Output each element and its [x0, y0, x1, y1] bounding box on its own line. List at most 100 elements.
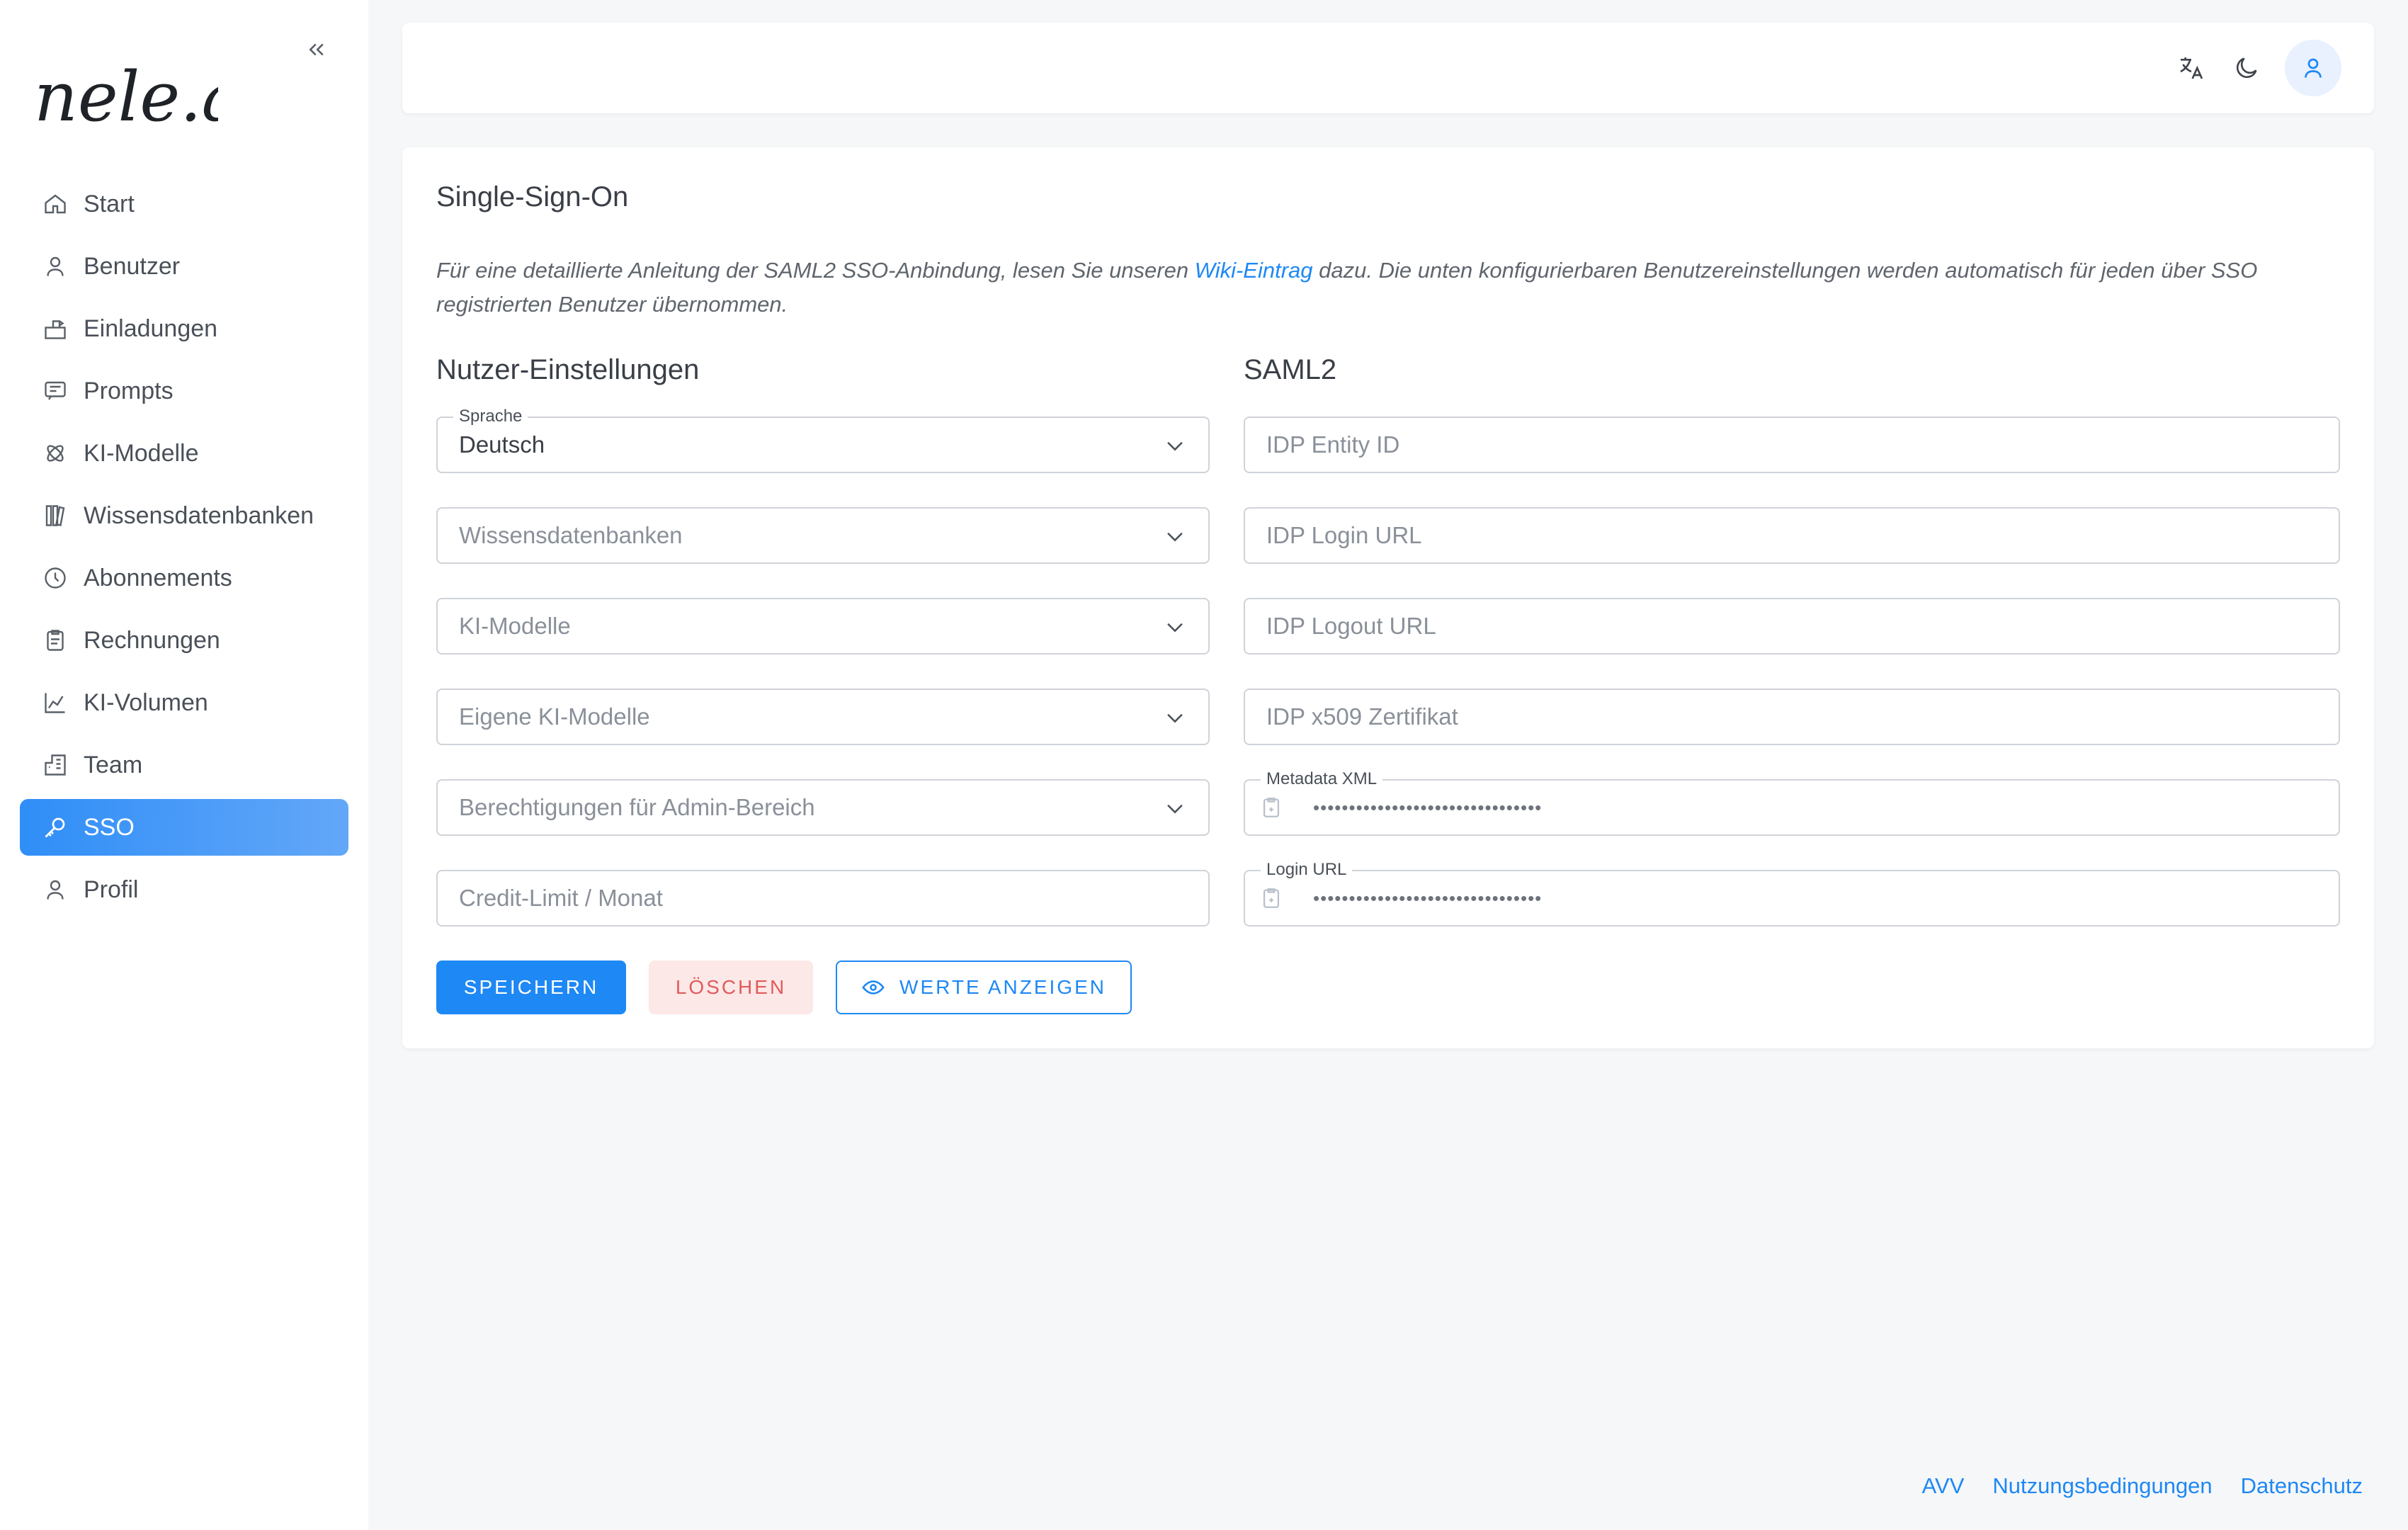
language-select[interactable]: Sprache Deutsch	[436, 407, 1210, 473]
idp-logout-url-input[interactable]: IDP Logout URL	[1244, 598, 2340, 654]
knowledge-bases-select[interactable]: Wissensdatenbanken	[436, 507, 1210, 564]
sidebar-item-label: KI-Volumen	[84, 688, 208, 716]
chevron-down-icon	[1167, 441, 1183, 451]
invite-icon	[41, 314, 69, 343]
sidebar-item-label: Rechnungen	[84, 626, 220, 654]
idp-login-url-placeholder: IDP Login URL	[1266, 522, 1422, 548]
save-button-label: SPEICHERN	[463, 976, 599, 998]
sidebar-item-label: Prompts	[84, 377, 174, 404]
idp-entity-id-placeholder: IDP Entity ID	[1266, 431, 1400, 458]
metadata-xml-label: Metadata XML	[1261, 769, 1383, 789]
idp-logout-url-placeholder: IDP Logout URL	[1266, 613, 1436, 639]
language-label: Sprache	[453, 407, 528, 426]
idp-x509-placeholder: IDP x509 Zertifikat	[1266, 703, 1458, 730]
sso-settings-card: Single-Sign-On Für eine detaillierte Anl…	[402, 147, 2374, 1048]
sidebar-item-sso[interactable]: SSO	[20, 799, 348, 856]
description: Für eine detaillierte Anleitung der SAML…	[436, 254, 2349, 322]
sidebar-item-label: Team	[84, 751, 143, 778]
sidebar-item-label: Wissensdatenbanken	[84, 502, 314, 529]
knowledge-bases-placeholder: Wissensdatenbanken	[459, 522, 683, 548]
sidebar-item-team[interactable]: Team	[20, 737, 348, 793]
copy-clipboard-icon[interactable]	[1259, 884, 1283, 912]
metadata-xml-masked-value: ••••••••••••••••••••••••••••••••	[1313, 796, 1543, 818]
sidebar-item-label: SSO	[84, 813, 135, 841]
atom-icon	[41, 439, 69, 468]
top-bar	[402, 23, 2374, 113]
user-icon	[41, 252, 69, 280]
nele-ai-logo: nele.ai	[34, 57, 218, 137]
delete-button-label: LÖSCHEN	[675, 976, 787, 998]
login-url-masked-value: ••••••••••••••••••••••••••••••••	[1313, 887, 1543, 909]
dark-mode-moon-icon[interactable]	[2230, 51, 2264, 85]
sidebar-item-label: Profil	[84, 876, 139, 903]
footer-link-avv[interactable]: AVV	[1922, 1473, 1965, 1499]
credit-limit-placeholder: Credit-Limit / Monat	[459, 885, 663, 911]
idp-x509-certificate-input[interactable]: IDP x509 Zertifikat	[1244, 688, 2340, 745]
idp-entity-id-input[interactable]: IDP Entity ID	[1244, 416, 2340, 473]
double-chevron-left-icon	[309, 43, 324, 56]
user-settings-heading: Nutzer-Einstellungen	[436, 354, 700, 385]
sidebar-item-rechnungen[interactable]: Rechnungen	[20, 612, 348, 669]
ai-models-placeholder: KI-Modelle	[459, 613, 571, 639]
own-ai-models-placeholder: Eigene KI-Modelle	[459, 703, 650, 730]
sidebar: nele.ai Start Benutzer Einladungen Promp…	[0, 0, 368, 1530]
sidebar-item-label: Benutzer	[84, 252, 181, 280]
user-avatar-button[interactable]	[2285, 40, 2341, 96]
footer-links: AVV Nutzungsbedingungen Datenschutz	[1922, 1473, 2363, 1499]
idp-login-url-input[interactable]: IDP Login URL	[1244, 507, 2340, 564]
admin-permissions-placeholder: Berechtigungen für Admin-Bereich	[459, 794, 815, 820]
chevron-down-icon	[1167, 532, 1183, 542]
credit-limit-input[interactable]: Credit-Limit / Monat	[436, 870, 1210, 926]
language-value: Deutsch	[459, 431, 545, 458]
clock-icon	[41, 564, 69, 592]
sidebar-item-label: Start	[84, 190, 135, 217]
sidebar-item-abonnements[interactable]: Abonnements	[20, 550, 348, 606]
sp-login-url-field[interactable]: Login URL ••••••••••••••••••••••••••••••…	[1244, 860, 2340, 926]
show-values-button[interactable]: WERTE ANZEIGEN	[836, 960, 1132, 1014]
own-ai-models-select[interactable]: Eigene KI-Modelle	[436, 688, 1210, 745]
login-url-label: Login URL	[1261, 860, 1353, 880]
translate-icon[interactable]	[2174, 51, 2208, 85]
user-icon	[41, 876, 69, 904]
copy-clipboard-icon[interactable]	[1259, 793, 1283, 822]
prompt-icon	[41, 377, 69, 405]
chevron-down-icon	[1167, 804, 1183, 814]
clipboard-icon	[41, 626, 69, 654]
delete-button[interactable]: LÖSCHEN	[649, 960, 813, 1014]
key-icon	[41, 813, 69, 842]
chevron-down-icon	[1167, 623, 1183, 633]
sidebar-item-ki-modelle[interactable]: KI-Modelle	[20, 425, 348, 482]
svg-text:nele.ai: nele.ai	[34, 57, 218, 137]
building-icon	[41, 751, 69, 779]
library-icon	[41, 502, 69, 530]
collapse-sidebar-button[interactable]	[301, 34, 332, 65]
sidebar-item-benutzer[interactable]: Benutzer	[20, 238, 348, 295]
sidebar-item-wissensdatenbanken[interactable]: Wissensdatenbanken	[20, 487, 348, 544]
show-values-button-label: WERTE ANZEIGEN	[899, 976, 1106, 998]
sidebar-item-ki-volumen[interactable]: KI-Volumen	[20, 674, 348, 731]
top-actions	[2174, 40, 2341, 96]
sidebar-item-label: KI-Modelle	[84, 439, 199, 467]
sidebar-nav: Start Benutzer Einladungen Prompts KI-Mo…	[20, 176, 348, 924]
sidebar-item-start[interactable]: Start	[20, 176, 348, 232]
user-icon	[2305, 58, 2322, 78]
page-title: Single-Sign-On	[436, 181, 629, 212]
ai-models-select[interactable]: KI-Modelle	[436, 598, 1210, 654]
save-button[interactable]: SPEICHERN	[436, 960, 626, 1014]
sidebar-item-prompts[interactable]: Prompts	[20, 363, 348, 419]
sidebar-item-label: Einladungen	[84, 314, 218, 342]
saml2-heading: SAML2	[1244, 354, 1337, 385]
admin-permissions-select[interactable]: Berechtigungen für Admin-Bereich	[436, 779, 1210, 836]
home-icon	[41, 190, 69, 218]
sidebar-item-profil[interactable]: Profil	[20, 861, 348, 918]
eye-icon	[862, 980, 885, 994]
footer-link-terms[interactable]: Nutzungsbedingungen	[1992, 1473, 2212, 1499]
wiki-link[interactable]: Wiki-Eintrag	[1195, 258, 1313, 283]
metadata-xml-field[interactable]: Metadata XML •••••••••••••••••••••••••••…	[1244, 769, 2340, 836]
description-text: Für eine detaillierte Anleitung der SAML…	[436, 258, 1195, 283]
chart-icon	[41, 688, 69, 717]
sidebar-item-label: Abonnements	[84, 564, 232, 591]
footer-link-privacy[interactable]: Datenschutz	[2241, 1473, 2363, 1499]
sidebar-item-einladungen[interactable]: Einladungen	[20, 300, 348, 357]
chevron-down-icon	[1167, 713, 1183, 723]
